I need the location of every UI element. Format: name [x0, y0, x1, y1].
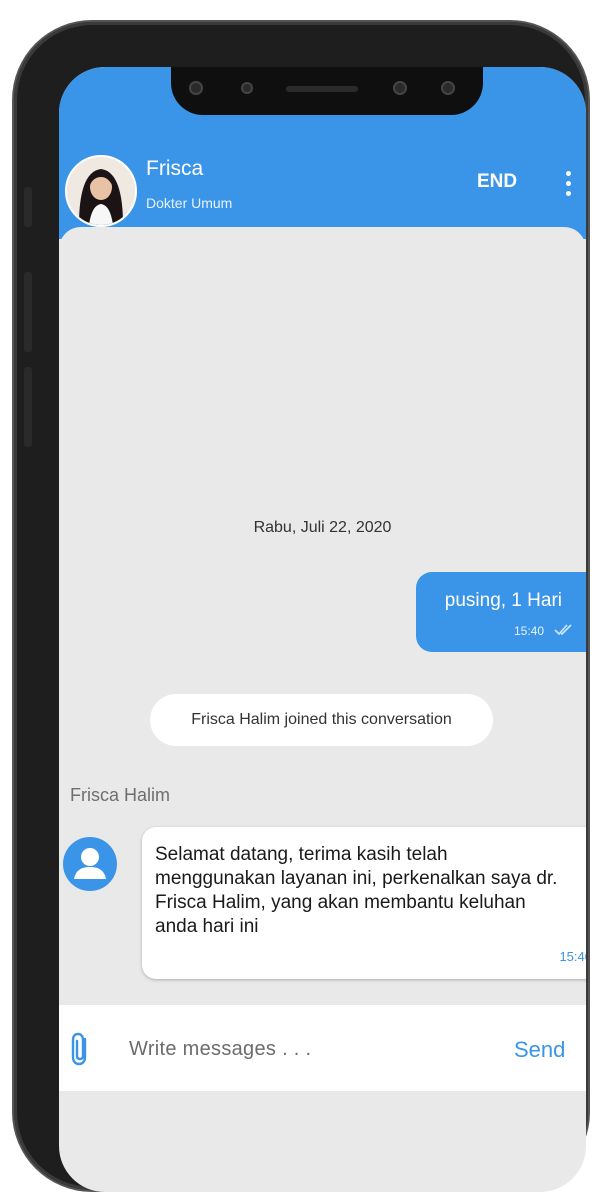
sensor-icon — [441, 81, 455, 95]
sender-name: Frisca Halim — [70, 785, 171, 805]
camera-icon — [241, 82, 253, 94]
paperclip-icon[interactable] — [69, 1031, 91, 1067]
phone-notch — [171, 67, 483, 115]
chat-header: Frisca Dokter Umum END — [59, 67, 586, 239]
volume-up-button — [24, 272, 32, 352]
app-screen: Frisca Dokter Umum END Rabu, Juli 22, 20… — [59, 67, 586, 1192]
volume-down-button — [24, 367, 32, 447]
contact-avatar[interactable] — [65, 155, 137, 227]
silent-switch — [24, 187, 32, 227]
outgoing-message[interactable]: pusing, 1 Hari 15:40 — [416, 572, 586, 652]
contact-role: Dokter Umum — [146, 195, 233, 211]
send-button[interactable]: Send — [514, 1037, 565, 1063]
date-separator: Rabu, Juli 22, 2020 — [253, 519, 392, 536]
contact-name: Frisca — [146, 157, 204, 180]
speaker-grille — [286, 86, 358, 92]
message-input[interactable] — [127, 1031, 491, 1067]
user-icon[interactable] — [63, 837, 117, 891]
message-time: 15:40 — [559, 949, 586, 964]
more-vertical-icon[interactable] — [561, 169, 575, 199]
incoming-message[interactable]: Selamat datang, terima kasih telah mengg… — [142, 827, 586, 979]
end-button[interactable]: END — [477, 171, 517, 193]
phone-frame: Frisca Dokter Umum END Rabu, Juli 22, 20… — [14, 22, 588, 1192]
chat-body-top-edge — [59, 227, 586, 249]
message-text: pusing, 1 Hari — [444, 590, 562, 611]
double-check-icon — [554, 624, 572, 636]
doctor-photo — [67, 157, 135, 225]
system-message: Frisca Halim joined this conversation — [150, 694, 493, 746]
message-text: Selamat datang, terima kasih telah mengg… — [155, 844, 558, 937]
message-composer: Send — [59, 1005, 586, 1091]
sensor-icon — [189, 81, 203, 95]
sensor-icon — [393, 81, 407, 95]
message-time: 15:40 — [513, 624, 544, 638]
